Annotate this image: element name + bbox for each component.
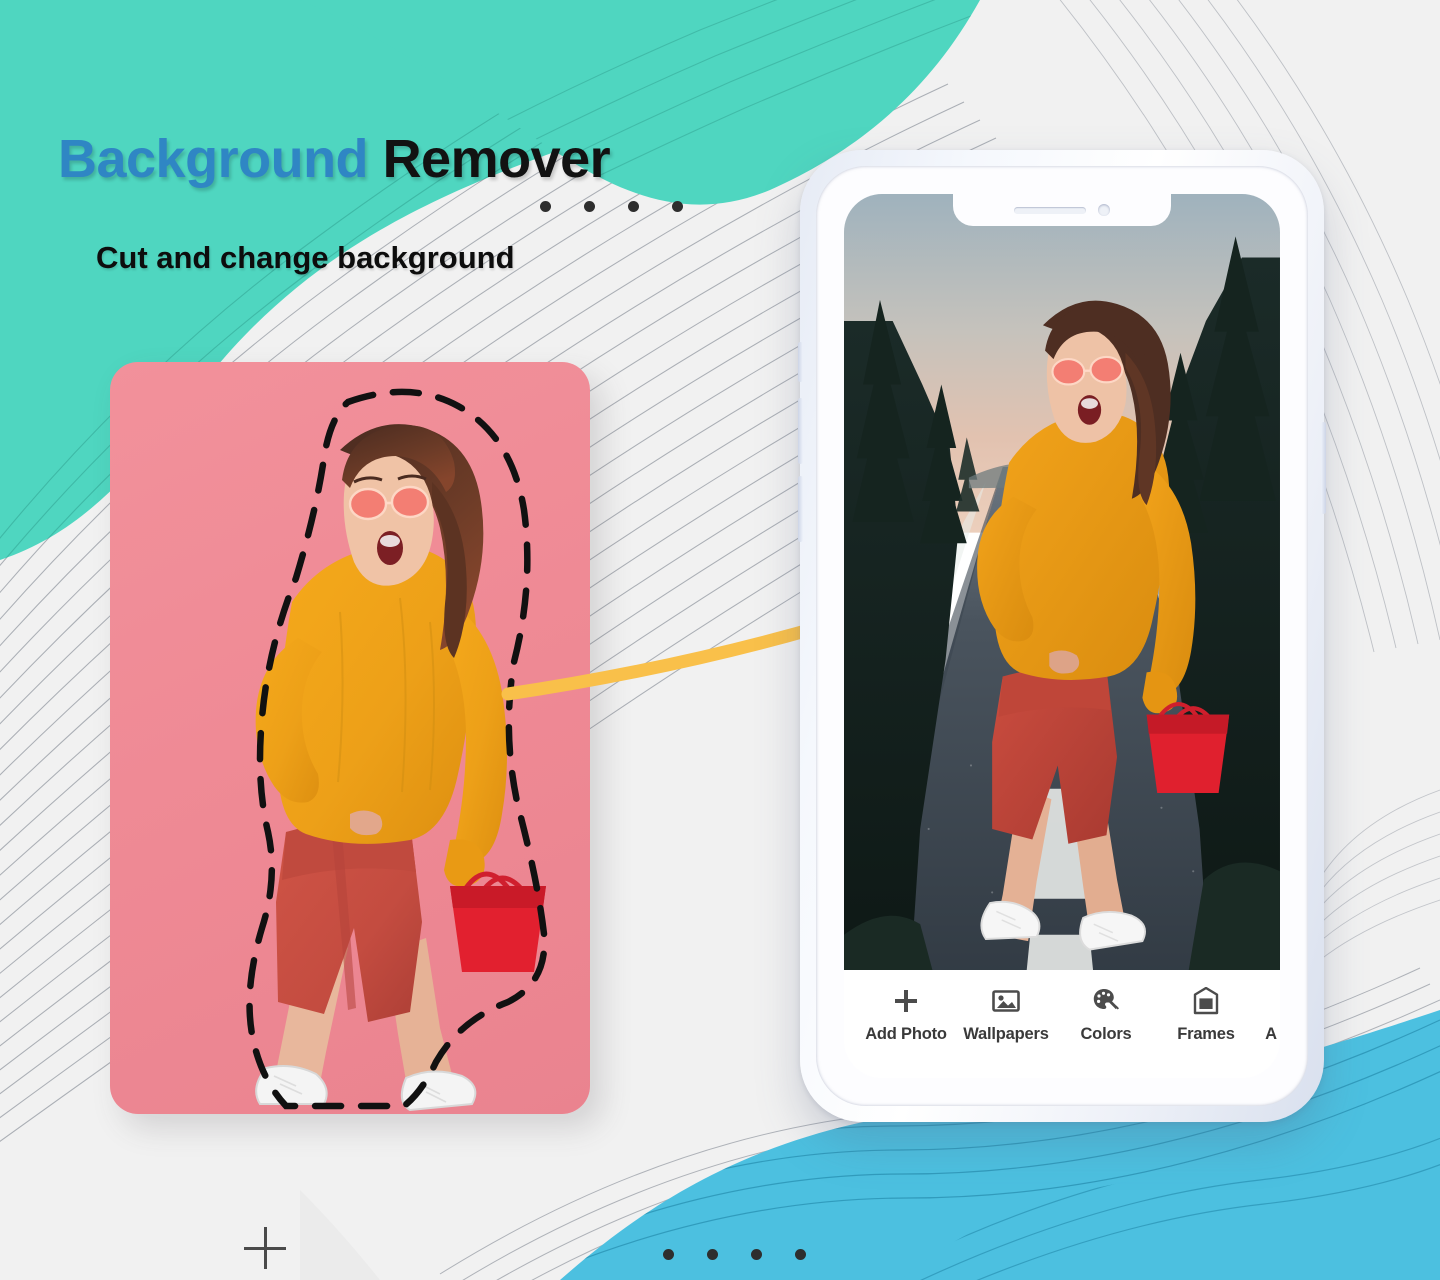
before-photo-figure bbox=[246, 388, 548, 1112]
decorative-dots-top bbox=[540, 201, 683, 212]
plus-mark-icon bbox=[244, 1227, 286, 1269]
toolbar-item-wallpapers[interactable]: Wallpapers bbox=[956, 986, 1056, 1044]
page-title-accent: Background bbox=[58, 129, 369, 189]
volume-down-button[interactable] bbox=[798, 476, 803, 542]
volume-button-mute[interactable] bbox=[798, 342, 803, 382]
palette-icon bbox=[1091, 986, 1121, 1016]
phone-notch bbox=[953, 194, 1171, 226]
dot-icon bbox=[540, 201, 551, 212]
toolbar-item-add-photo[interactable]: Add Photo bbox=[856, 986, 956, 1044]
phone-screen[interactable]: Add Photo Wallpapers Colors Frames A bbox=[844, 194, 1280, 1078]
front-camera-icon bbox=[1098, 204, 1110, 216]
plus-icon bbox=[891, 986, 921, 1016]
dot-icon bbox=[751, 1249, 762, 1260]
speaker-slot-icon bbox=[1014, 206, 1086, 214]
dot-icon bbox=[795, 1249, 806, 1260]
page-title: Background Remover bbox=[58, 128, 611, 190]
toolbar-item-overflow[interactable]: A bbox=[1256, 986, 1280, 1044]
after-photo-forest-road bbox=[844, 194, 1280, 970]
page-subtitle: Cut and change background bbox=[96, 240, 515, 275]
power-button[interactable] bbox=[1321, 422, 1326, 514]
dot-icon bbox=[628, 201, 639, 212]
dot-icon bbox=[663, 1249, 674, 1260]
toolbar-label: Wallpapers bbox=[963, 1025, 1049, 1043]
phone-mockup: Add Photo Wallpapers Colors Frames A bbox=[798, 150, 1326, 1122]
toolbar-item-frames[interactable]: Frames bbox=[1156, 986, 1256, 1044]
editor-toolbar: Add Photo Wallpapers Colors Frames A bbox=[844, 970, 1280, 1078]
image-icon bbox=[991, 986, 1021, 1016]
toolbar-label: Colors bbox=[1080, 1025, 1132, 1043]
before-photo-card bbox=[110, 362, 590, 1114]
phone-bezel: Add Photo Wallpapers Colors Frames A bbox=[816, 166, 1308, 1106]
page-title-main: Remover bbox=[382, 129, 611, 189]
dot-icon bbox=[707, 1249, 718, 1260]
clipped-icon bbox=[1258, 986, 1280, 1016]
dot-icon bbox=[584, 201, 595, 212]
frame-icon bbox=[1191, 986, 1221, 1016]
toolbar-label: A bbox=[1265, 1025, 1277, 1043]
dot-icon bbox=[672, 201, 683, 212]
toolbar-item-colors[interactable]: Colors bbox=[1056, 986, 1156, 1044]
promo-screenshot: Background Remover Cut and change backgr… bbox=[0, 0, 1440, 1280]
toolbar-label: Frames bbox=[1177, 1025, 1235, 1043]
toolbar-label: Add Photo bbox=[865, 1025, 947, 1043]
decorative-dots-bottom bbox=[663, 1249, 806, 1260]
volume-up-button[interactable] bbox=[798, 398, 803, 464]
